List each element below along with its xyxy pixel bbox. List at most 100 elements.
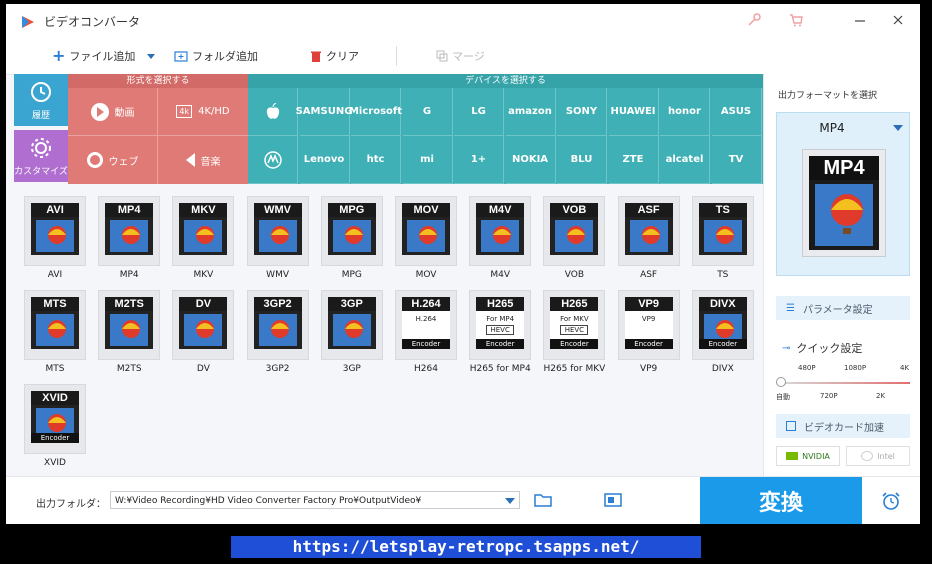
film-icon: [105, 217, 154, 255]
gpu-acceleration-button[interactable]: ビデオカード加速: [776, 414, 910, 438]
device-label: TV: [728, 154, 744, 165]
chevron-down-icon[interactable]: [505, 498, 515, 504]
format-tile[interactable]: DV: [172, 290, 235, 360]
format-tile[interactable]: 3GP: [320, 290, 383, 360]
minimize-icon[interactable]: [852, 12, 868, 28]
nvidia-button[interactable]: NVIDIA: [776, 446, 840, 466]
format-audio-button[interactable]: 音楽: [158, 136, 248, 184]
format-tile[interactable]: M4V: [469, 196, 532, 266]
device-button[interactable]: [248, 136, 298, 184]
format-item[interactable]: TS TS: [688, 196, 758, 280]
device-button[interactable]: alcatel: [660, 136, 710, 184]
format-video-label: 動画: [114, 108, 135, 119]
device-button[interactable]: NOKIA: [505, 136, 556, 184]
format-video-button[interactable]: 動画: [68, 88, 158, 136]
video-folder-icon[interactable]: [604, 492, 622, 508]
format-item[interactable]: AVI AVI: [20, 196, 90, 280]
format-tile[interactable]: MTS: [24, 290, 86, 360]
format-item[interactable]: VOB VOB: [539, 196, 609, 280]
format-item[interactable]: MTS MTS: [20, 290, 90, 374]
quality-slider[interactable]: [780, 382, 910, 384]
format-item[interactable]: 3GP 3GP: [317, 290, 387, 374]
add-folder-button[interactable]: フォルダ追加: [174, 48, 258, 64]
format-item[interactable]: MOV MOV: [391, 196, 461, 280]
device-button[interactable]: [248, 88, 298, 136]
format-tile[interactable]: WMV: [246, 196, 309, 266]
device-button[interactable]: amazon: [505, 88, 556, 136]
parameter-settings-button[interactable]: ☰ パラメータ設定: [776, 296, 910, 320]
convert-button[interactable]: 変換: [700, 477, 862, 524]
format-tile[interactable]: H.264 H.264 Encoder: [395, 290, 457, 360]
format-tile[interactable]: MOV: [395, 196, 457, 266]
format-tile[interactable]: MPG: [320, 196, 383, 266]
format-tile[interactable]: 3GP2: [246, 290, 309, 360]
format-item[interactable]: MPG MPG: [317, 196, 387, 280]
device-button[interactable]: Microsoft: [349, 88, 402, 136]
format-tile[interactable]: M2TS: [98, 290, 161, 360]
device-button[interactable]: G: [402, 88, 453, 136]
merge-button[interactable]: マージ: [436, 48, 485, 64]
device-label: SONY: [565, 106, 598, 117]
format-tile[interactable]: TS: [691, 196, 754, 266]
encoder-badge: Encoder: [698, 339, 747, 349]
format-tile[interactable]: H265 For MP4 HEVC Encoder: [469, 290, 532, 360]
format-item[interactable]: DV DV: [168, 290, 238, 374]
history-button[interactable]: 履歴: [14, 74, 68, 126]
format-item[interactable]: H265 For MKV HEVC Encoder H265 for MKV: [539, 290, 609, 374]
film-icon: [179, 311, 228, 349]
format-tile[interactable]: MKV: [172, 196, 235, 266]
device-button[interactable]: Lenovo: [299, 136, 350, 184]
close-icon[interactable]: [890, 12, 906, 28]
format-tile[interactable]: VP9 VP9 Encoder: [617, 290, 680, 360]
device-button[interactable]: LG: [454, 88, 504, 136]
format-item[interactable]: ASF ASF: [614, 196, 684, 280]
alarm-clock-icon[interactable]: [880, 491, 902, 511]
format-item[interactable]: H.264 H.264 Encoder H264: [391, 290, 461, 374]
device-button[interactable]: mi: [402, 136, 453, 184]
format-item[interactable]: 3GP2 3GP2: [243, 290, 313, 374]
format-tile-sub: VP9: [641, 315, 656, 323]
format-4k-button[interactable]: 4k 4K/HD: [158, 88, 248, 136]
format-tile[interactable]: MP4: [98, 196, 161, 266]
customize-button[interactable]: カスタマイズ: [14, 130, 68, 182]
device-button[interactable]: TV: [711, 136, 762, 184]
device-button[interactable]: honor: [660, 88, 710, 136]
format-item[interactable]: MKV MKV: [168, 196, 238, 280]
selected-format-box[interactable]: MP4 MP4: [776, 112, 910, 276]
chevron-down-icon[interactable]: [893, 125, 903, 131]
output-folder-input[interactable]: W:¥Video Recording¥HD Video Converter Fa…: [110, 491, 520, 509]
chevron-down-icon[interactable]: [147, 53, 156, 59]
format-item[interactable]: MP4 MP4: [94, 196, 164, 280]
format-tile[interactable]: XVID Encoder: [24, 384, 86, 454]
format-item[interactable]: VP9 VP9 Encoder VP9: [614, 290, 684, 374]
format-item[interactable]: M2TS M2TS: [94, 290, 164, 374]
device-button[interactable]: htc: [351, 136, 401, 184]
device-button[interactable]: SAMSUNG: [296, 88, 352, 136]
format-tile-caption: M4V: [476, 203, 525, 217]
device-button[interactable]: BLU: [557, 136, 607, 184]
format-web-button[interactable]: ウェブ: [68, 136, 158, 184]
format-item[interactable]: WMV WMV: [243, 196, 313, 280]
format-item[interactable]: XVID Encoder XVID: [20, 384, 90, 468]
device-label: ASUS: [720, 106, 752, 117]
format-tile[interactable]: DIVX Encoder: [691, 290, 754, 360]
device-button[interactable]: ZTE: [608, 136, 659, 184]
format-tile[interactable]: H265 For MKV HEVC Encoder: [543, 290, 606, 360]
format-item[interactable]: M4V M4V: [465, 196, 535, 280]
format-tile[interactable]: AVI: [24, 196, 86, 266]
format-tile[interactable]: ASF: [617, 196, 680, 266]
device-button[interactable]: SONY: [557, 88, 607, 136]
device-button[interactable]: 1+: [454, 136, 504, 184]
open-folder-icon[interactable]: [534, 492, 552, 508]
format-tile[interactable]: VOB: [543, 196, 606, 266]
cart-icon[interactable]: [788, 12, 804, 28]
format-item[interactable]: H265 For MP4 HEVC Encoder H265 for MP4: [465, 290, 535, 374]
clear-button[interactable]: クリア: [310, 48, 359, 64]
key-icon[interactable]: [746, 12, 762, 28]
format-item[interactable]: DIVX Encoder DIVX: [688, 290, 758, 374]
intel-button[interactable]: Intel: [846, 446, 910, 466]
quality-slider-knob[interactable]: [776, 377, 786, 387]
device-button[interactable]: HUAWEI: [608, 88, 659, 136]
device-button[interactable]: ASUS: [711, 88, 762, 136]
add-file-button[interactable]: + ファイル追加: [52, 48, 156, 64]
